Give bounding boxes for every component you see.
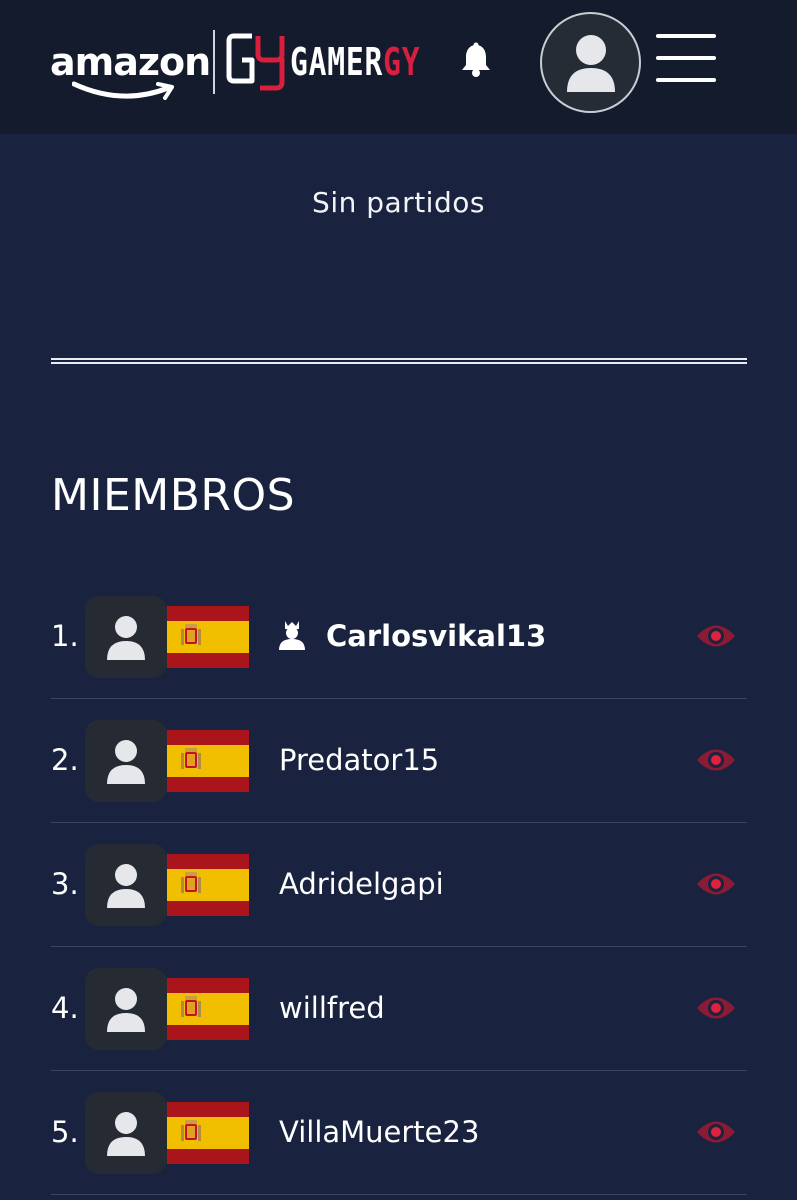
notification-bell-icon[interactable] <box>460 42 492 78</box>
user-icon <box>107 740 145 784</box>
owner-crown-icon <box>279 621 305 650</box>
user-icon <box>107 1112 145 1156</box>
member-avatar <box>85 844 167 926</box>
members-section-title: MIEMBROS <box>51 470 296 521</box>
user-icon <box>566 34 615 92</box>
menu-line-icon <box>656 56 716 60</box>
amazon-logo-text: amazon <box>50 40 211 84</box>
gamergy-logo[interactable]: GAMERGY <box>226 30 494 94</box>
menu-line-icon <box>656 78 716 82</box>
member-name[interactable]: VillaMuerte23 <box>279 1115 479 1149</box>
gy-logo-mark-icon <box>226 33 285 91</box>
member-rank: 1. <box>51 619 79 653</box>
amazon-smile-icon <box>72 81 174 100</box>
user-icon <box>107 988 145 1032</box>
member-avatar <box>85 720 167 802</box>
logo-divider <box>213 30 215 94</box>
gamergy-wordmark-red: GY <box>383 40 421 84</box>
member-name[interactable]: Adridelgapi <box>279 867 444 901</box>
member-name[interactable]: willfred <box>279 991 385 1025</box>
user-icon <box>107 616 145 660</box>
member-avatar <box>85 1092 167 1174</box>
member-row[interactable]: 3. Adridelgapi <box>51 823 747 947</box>
member-row[interactable]: 5. VillaMuerte23 <box>51 1071 747 1195</box>
member-row[interactable]: 2. Predator15 <box>51 699 747 823</box>
top-bar: amazon GAMERGY <box>0 0 797 134</box>
member-row[interactable]: 1. Carlosvikal13 <box>51 575 747 699</box>
member-name[interactable]: Predator15 <box>279 743 439 777</box>
member-avatar <box>85 596 167 678</box>
member-row[interactable]: 4. willfred <box>51 947 747 1071</box>
spain-flag-icon <box>167 730 249 792</box>
gamergy-wordmark-white: GAMER <box>290 40 384 84</box>
gamergy-wordmark: GAMERGY <box>290 42 420 82</box>
view-profile-eye-icon[interactable] <box>695 619 737 653</box>
spain-flag-icon <box>167 854 249 916</box>
spain-flag-icon <box>167 606 249 668</box>
member-rank: 3. <box>51 867 79 901</box>
member-rank: 4. <box>51 991 79 1025</box>
members-list: 1. Carlosvikal13 2. Predator15 3. Adride… <box>51 575 747 1195</box>
user-avatar-button[interactable] <box>540 12 641 113</box>
hamburger-menu-button[interactable] <box>656 34 716 86</box>
menu-line-icon <box>656 34 716 38</box>
no-matches-message: Sin partidos <box>312 186 485 219</box>
user-icon <box>107 864 145 908</box>
spain-flag-icon <box>167 1102 249 1164</box>
member-avatar <box>85 968 167 1050</box>
member-rank: 5. <box>51 1115 79 1149</box>
view-profile-eye-icon[interactable] <box>695 743 737 777</box>
view-profile-eye-icon[interactable] <box>695 867 737 901</box>
section-divider <box>51 358 747 364</box>
member-name[interactable]: Carlosvikal13 <box>326 619 546 653</box>
view-profile-eye-icon[interactable] <box>695 1115 737 1149</box>
member-rank: 2. <box>51 743 79 777</box>
amazon-logo[interactable]: amazon <box>50 40 211 100</box>
view-profile-eye-icon[interactable] <box>695 991 737 1025</box>
spain-flag-icon <box>167 978 249 1040</box>
